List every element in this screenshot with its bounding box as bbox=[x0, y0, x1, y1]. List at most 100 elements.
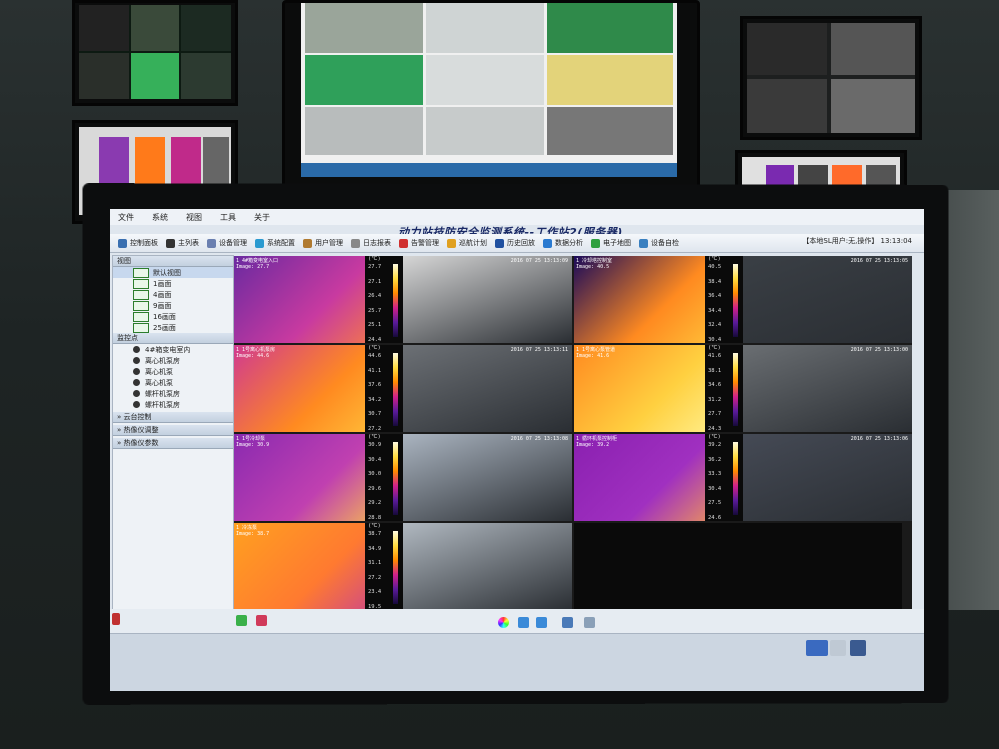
toolbar-button-2[interactable]: 设备管理 bbox=[207, 238, 247, 248]
view-item[interactable]: 16画面 bbox=[113, 311, 233, 322]
camera-feed[interactable]: 2016 07 25 13:13:05 bbox=[743, 256, 912, 343]
toolbar-button-1[interactable]: 主列表 bbox=[166, 238, 199, 248]
menu-about[interactable]: 关于 bbox=[254, 212, 270, 223]
scale-tick-label: 41.1 bbox=[368, 367, 382, 374]
menu-file[interactable]: 文件 bbox=[118, 212, 134, 223]
panel-section-header[interactable]: » 热像仪参数 bbox=[113, 438, 233, 449]
view-item[interactable]: 默认视图 bbox=[113, 267, 233, 278]
scale-tick-label: 39.2 bbox=[708, 442, 722, 448]
scale-unit: (℃) bbox=[708, 434, 721, 440]
fullscreen-icon[interactable] bbox=[850, 640, 866, 656]
monitor-point-item[interactable]: 螺杆机泵房 bbox=[113, 399, 233, 410]
toolbar-button-5[interactable]: 日志报表 bbox=[351, 238, 391, 248]
device-icon bbox=[207, 238, 216, 248]
layout-grid-icon bbox=[133, 289, 149, 300]
forward-arrow-icon[interactable] bbox=[536, 617, 547, 628]
panel-section-header[interactable]: » 云台控制 bbox=[113, 412, 233, 423]
toolbar-button-4[interactable]: 用户管理 bbox=[303, 238, 343, 248]
monitor-point-label: 离心机泵 bbox=[145, 378, 173, 387]
toolbar-button-11[interactable]: 设备自检 bbox=[639, 238, 679, 248]
scale-tick-label: 30.4 bbox=[708, 337, 722, 343]
thermal-caption: 1 循环机泵控制柜 Image: 39.2 bbox=[576, 436, 618, 448]
scale-tick-label: 27.1 bbox=[368, 278, 382, 285]
back-arrow-icon[interactable] bbox=[518, 617, 529, 628]
panel-section-header[interactable]: » 热像仪调整 bbox=[113, 425, 233, 436]
scale-tick-label: 24.6 bbox=[708, 515, 722, 521]
thermal-feed[interactable]: 1 1号离心机泵房 Image: 44.6 (℃) 44.6 41.1 37.6 34.2 3… bbox=[234, 345, 403, 432]
microphone-icon[interactable] bbox=[830, 640, 846, 656]
scale-tick-label: 34.9 bbox=[368, 545, 382, 552]
video-grid: 1 4#箱变电室入口 Image: 27.7 (℃) 27.7 27.1 26.4 25.7… bbox=[234, 256, 912, 614]
toolbar-button-9[interactable]: 数据分析 bbox=[543, 238, 583, 248]
monitor-point-label: 4#箱变电室内 bbox=[145, 345, 191, 354]
view-item[interactable]: 1画面 bbox=[113, 278, 233, 289]
main-screen: 文件 系统 视图 工具 关于 动力站技防安全监测系统--工作站2(服务器) 控制… bbox=[110, 209, 924, 691]
menu-tools[interactable]: 工具 bbox=[220, 212, 236, 223]
record-icon[interactable] bbox=[112, 613, 120, 625]
camera-feed[interactable]: 2016 07 25 13:13:08 bbox=[403, 434, 572, 521]
toolbar-button-8[interactable]: 历史回放 bbox=[495, 238, 535, 248]
monitor-point-item[interactable]: 离心机泵 bbox=[113, 366, 233, 377]
view-item[interactable]: 4画面 bbox=[113, 289, 233, 300]
monitor-icon[interactable] bbox=[806, 640, 828, 656]
wall-monitor-top-center bbox=[282, 0, 700, 196]
layout-icon[interactable] bbox=[584, 617, 595, 628]
play-button[interactable] bbox=[236, 615, 247, 626]
thermal-feed[interactable]: 1 冷却塔控制室 Image: 40.5 (℃) 40.5 38.4 36.4 34.4 32… bbox=[574, 256, 743, 343]
menu-view[interactable]: 视图 bbox=[186, 212, 202, 223]
camera-timestamp: 2016 07 25 13:13:06 bbox=[850, 436, 908, 442]
scale-gradient bbox=[393, 442, 398, 516]
camera-feed[interactable]: 2016 07 25 13:13:11 bbox=[403, 345, 572, 432]
monitor-section-header[interactable]: 监控点 bbox=[113, 333, 233, 344]
toolbar-label: 控制面板 bbox=[130, 239, 158, 247]
camera-feed[interactable]: 2016 07 25 13:13:00 bbox=[743, 345, 912, 432]
thermal-feed[interactable]: 1 冷冻泵 Image: 38.7 (℃) 38.7 34.9 31.1 27.2 23.4 1… bbox=[234, 523, 403, 610]
playback-icon bbox=[495, 238, 504, 248]
scale-tick-label: 27.7 bbox=[708, 411, 722, 418]
thermal-feed[interactable]: 1 1号冷却泵 Image: 30.9 (℃) 30.9 30.4 30.0 29.6 29.… bbox=[234, 434, 403, 521]
color-wheel-icon[interactable] bbox=[498, 617, 509, 628]
camera-feed[interactable]: 2016 07 25 13:13:09 bbox=[403, 256, 572, 343]
scale-tick-label: 41.6 bbox=[708, 353, 722, 359]
selfcheck-icon bbox=[639, 238, 648, 248]
toolbar-button-7[interactable]: 巡航计划 bbox=[447, 238, 487, 248]
thermal-feed[interactable]: 1 4#箱变电室入口 Image: 27.7 (℃) 27.7 27.1 26.4 25.7… bbox=[234, 256, 403, 343]
panel-icon bbox=[118, 238, 127, 248]
camera-point-icon bbox=[133, 357, 140, 364]
stop-button[interactable] bbox=[256, 615, 267, 626]
thermal-feed[interactable]: 1 循环机泵控制柜 Image: 39.2 (℃) 39.2 36.2 33.3 30.4 2… bbox=[574, 434, 743, 521]
view-label: 16画面 bbox=[153, 312, 176, 321]
scale-tick-label: 31.1 bbox=[368, 560, 382, 567]
scale-tick-label: 44.6 bbox=[368, 353, 382, 359]
refresh-icon[interactable] bbox=[562, 617, 573, 628]
view-item[interactable]: 25画面 bbox=[113, 322, 233, 333]
view-section-header[interactable]: 视图 bbox=[113, 256, 233, 267]
monitor-point-item[interactable]: 螺杆机泵房 bbox=[113, 388, 233, 399]
camera-feed[interactable]: 2016 07 25 13:13:06 bbox=[743, 434, 912, 521]
scale-gradient bbox=[733, 442, 738, 516]
empty-view-slot[interactable] bbox=[574, 523, 902, 610]
toolbar-button-3[interactable]: 系统配置 bbox=[255, 238, 295, 248]
toolbar-label: 主列表 bbox=[178, 239, 199, 247]
camera-feed[interactable] bbox=[403, 523, 572, 610]
toolbar-button-0[interactable]: 控制面板 bbox=[118, 238, 158, 248]
scale-tick-label: 28.8 bbox=[368, 515, 382, 521]
camera-timestamp: 2016 07 25 13:13:08 bbox=[510, 436, 568, 442]
thermal-caption: 1 1号冷却泵 Image: 30.9 bbox=[236, 436, 270, 448]
config-icon bbox=[255, 238, 264, 248]
thermal-feed[interactable]: 1 1号离心泵管道 Image: 41.6 (℃) 41.6 38.1 34.6 31.2 2… bbox=[574, 345, 743, 432]
toolbar-button-6[interactable]: 告警管理 bbox=[399, 238, 439, 248]
monitor-point-item[interactable]: 4#箱变电室内 bbox=[113, 344, 233, 355]
scale-unit: (℃) bbox=[708, 345, 721, 351]
camera-timestamp: 2016 07 25 13:13:09 bbox=[510, 258, 568, 264]
monitor-point-item[interactable]: 离心机泵房 bbox=[113, 355, 233, 366]
toolbar-button-10[interactable]: 电子地图 bbox=[591, 238, 631, 248]
scale-tick-label: 24.3 bbox=[708, 426, 722, 432]
scale-unit: (℃) bbox=[368, 345, 381, 351]
view-item[interactable]: 9画面 bbox=[113, 300, 233, 311]
camera-point-icon bbox=[133, 379, 140, 386]
scale-gradient bbox=[733, 353, 738, 427]
status-footer bbox=[110, 633, 924, 691]
menu-system[interactable]: 系统 bbox=[152, 212, 168, 223]
monitor-point-item[interactable]: 离心机泵 bbox=[113, 377, 233, 388]
